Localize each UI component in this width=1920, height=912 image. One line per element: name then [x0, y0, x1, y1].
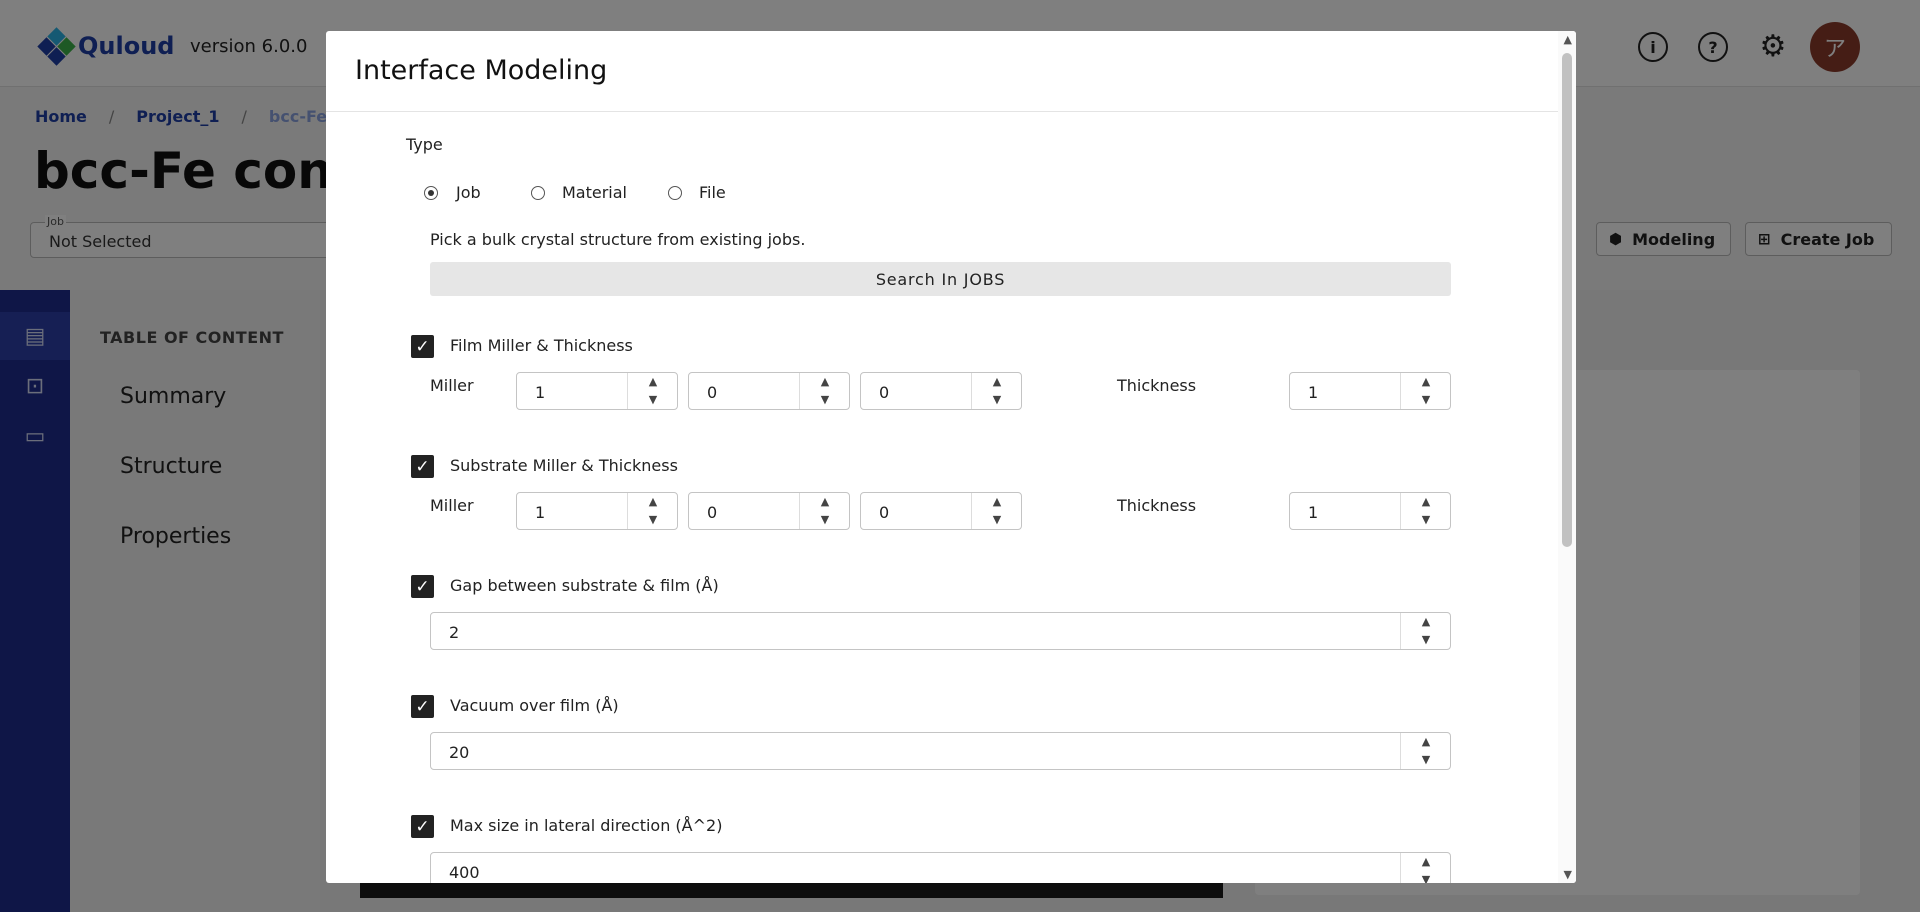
decrement-icon[interactable]: ▼ — [628, 511, 678, 529]
increment-icon[interactable]: ▲ — [1401, 853, 1451, 871]
dialog-header: Interface Modeling — [326, 31, 1558, 112]
max-size-input[interactable]: 400 ▲ ▼ — [430, 852, 1451, 883]
decrement-icon[interactable]: ▼ — [1401, 511, 1451, 529]
film-miller-h-value: 1 — [535, 383, 546, 402]
dialog-scrollbar[interactable]: ▲ ▼ — [1558, 31, 1576, 883]
scroll-down-icon[interactable]: ▼ — [1564, 868, 1572, 881]
scroll-thumb[interactable] — [1562, 53, 1572, 547]
film-checkbox[interactable]: ✓ — [411, 335, 434, 358]
film-miller-l-value: 0 — [879, 383, 890, 402]
increment-icon[interactable]: ▲ — [1401, 373, 1451, 391]
film-label: Film Miller & Thickness — [450, 336, 633, 355]
increment-icon[interactable]: ▲ — [628, 493, 678, 511]
vacuum-checkbox[interactable]: ✓ — [411, 695, 434, 718]
decrement-icon[interactable]: ▼ — [628, 391, 678, 409]
increment-icon[interactable]: ▲ — [1401, 493, 1451, 511]
film-miller-label: Miller — [430, 376, 474, 395]
decrement-icon[interactable]: ▼ — [800, 391, 850, 409]
interface-modeling-dialog: Interface Modeling ▲ ▼ Type Job Material… — [326, 31, 1576, 883]
search-in-jobs-button[interactable]: Search In JOBS — [430, 262, 1451, 296]
gap-label: Gap between substrate & film (Å) — [450, 576, 719, 595]
type-radio-file[interactable] — [668, 186, 682, 200]
increment-icon[interactable]: ▲ — [800, 493, 850, 511]
film-thickness-input[interactable]: 1 ▲ ▼ — [1289, 372, 1451, 410]
film-miller-h-input[interactable]: 1 ▲ ▼ — [516, 372, 678, 410]
decrement-icon[interactable]: ▼ — [972, 391, 1022, 409]
film-miller-k-input[interactable]: 0 ▲ ▼ — [688, 372, 850, 410]
substrate-thickness-label: Thickness — [1117, 496, 1197, 515]
substrate-miller-label: Miller — [430, 496, 474, 515]
substrate-miller-k-input[interactable]: 0 ▲ ▼ — [688, 492, 850, 530]
decrement-icon[interactable]: ▼ — [1401, 751, 1451, 769]
vacuum-input[interactable]: 20 ▲ ▼ — [430, 732, 1451, 770]
type-radio-material[interactable] — [531, 186, 545, 200]
increment-icon[interactable]: ▲ — [1401, 733, 1451, 751]
type-radio-file-label[interactable]: File — [699, 183, 726, 202]
substrate-miller-h-value: 1 — [535, 503, 546, 522]
type-hint: Pick a bulk crystal structure from exist… — [430, 230, 806, 249]
film-miller-k-value: 0 — [707, 383, 718, 402]
decrement-icon[interactable]: ▼ — [1401, 631, 1451, 649]
substrate-miller-h-input[interactable]: 1 ▲ ▼ — [516, 492, 678, 530]
increment-icon[interactable]: ▲ — [800, 373, 850, 391]
film-miller-l-input[interactable]: 0 ▲ ▼ — [860, 372, 1022, 410]
increment-icon[interactable]: ▲ — [972, 493, 1022, 511]
max-size-value: 400 — [449, 863, 480, 882]
type-radio-job[interactable] — [424, 186, 438, 200]
decrement-icon[interactable]: ▼ — [972, 511, 1022, 529]
gap-checkbox[interactable]: ✓ — [411, 575, 434, 598]
substrate-miller-l-value: 0 — [879, 503, 890, 522]
film-thickness-label: Thickness — [1117, 376, 1197, 395]
decrement-icon[interactable]: ▼ — [1401, 871, 1451, 883]
type-radio-material-label[interactable]: Material — [562, 183, 627, 202]
max-size-checkbox[interactable]: ✓ — [411, 815, 434, 838]
vacuum-value: 20 — [449, 743, 470, 762]
substrate-label: Substrate Miller & Thickness — [450, 456, 678, 475]
substrate-thickness-input[interactable]: 1 ▲ ▼ — [1289, 492, 1451, 530]
substrate-miller-k-value: 0 — [707, 503, 718, 522]
max-size-label: Max size in lateral direction (Å^2) — [450, 816, 723, 835]
film-thickness-value: 1 — [1308, 383, 1319, 402]
increment-icon[interactable]: ▲ — [1401, 613, 1451, 631]
increment-icon[interactable]: ▲ — [628, 373, 678, 391]
dialog-title: Interface Modeling — [355, 55, 608, 86]
increment-icon[interactable]: ▲ — [972, 373, 1022, 391]
decrement-icon[interactable]: ▼ — [800, 511, 850, 529]
scroll-up-icon[interactable]: ▲ — [1564, 33, 1572, 46]
substrate-miller-l-input[interactable]: 0 ▲ ▼ — [860, 492, 1022, 530]
decrement-icon[interactable]: ▼ — [1401, 391, 1451, 409]
type-label: Type — [406, 135, 443, 154]
gap-input[interactable]: 2 ▲ ▼ — [430, 612, 1451, 650]
vacuum-label: Vacuum over film (Å) — [450, 696, 619, 715]
substrate-checkbox[interactable]: ✓ — [411, 455, 434, 478]
gap-value: 2 — [449, 623, 460, 642]
substrate-thickness-value: 1 — [1308, 503, 1319, 522]
type-radio-job-label[interactable]: Job — [456, 183, 481, 202]
